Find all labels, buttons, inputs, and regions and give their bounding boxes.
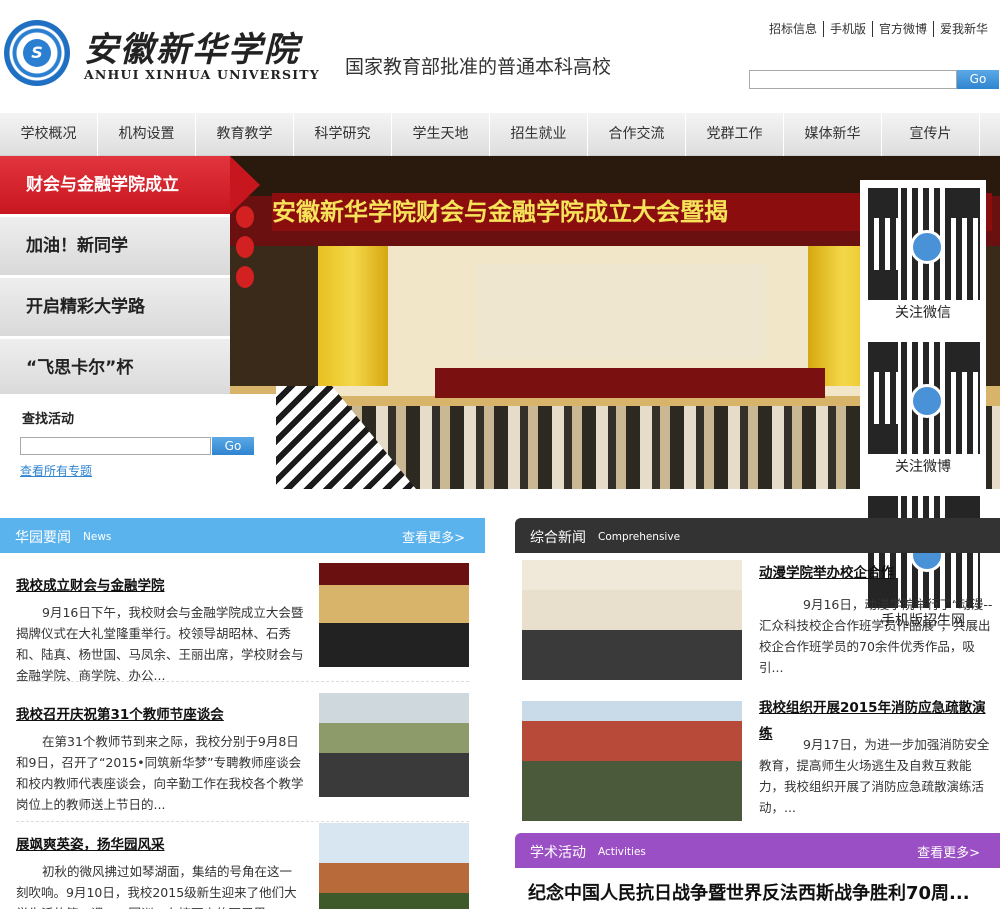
news-thumbnail[interactable]: [522, 701, 742, 821]
lantern-icon: [236, 236, 254, 258]
nav-item-students[interactable]: 学生天地: [392, 113, 490, 156]
stage-screen: [476, 264, 766, 359]
comprehensive-news-title-en: Comprehensive: [598, 531, 681, 543]
comprehensive-news-title: 综合新闻: [530, 530, 586, 546]
top-link-weibo[interactable]: 官方微博: [871, 21, 933, 37]
news-thumbnail[interactable]: [522, 560, 742, 680]
logo-english-name[interactable]: ANHUI XINHUA UNIVERSITY: [84, 67, 320, 82]
comprehensive-news-header: 综合新闻 Comprehensive: [515, 518, 1000, 553]
campus-news-title: 华园要闻: [15, 530, 71, 546]
campus-news-title-en: News: [83, 531, 112, 543]
news-summary: 在第31个教师节到来之际，我校分别于9月8日和9日，召开了“2015•同筑新华梦…: [16, 734, 304, 812]
view-all-topics-link[interactable]: 查看所有专题: [20, 462, 92, 479]
slogan: 国家教育部批准的普通本科高校: [345, 56, 612, 78]
qr-wechat[interactable]: 关注微信: [860, 180, 986, 334]
slide-tab-new-students[interactable]: 加油！新同学: [0, 217, 230, 275]
activities-header: 学术活动 Activities 查看更多>: [515, 833, 1000, 868]
qr-weibo[interactable]: 关注微博: [860, 334, 986, 488]
activity-headline[interactable]: 纪念中国人民抗日战争暨世界反法西斯战争胜利70周...: [528, 879, 970, 905]
nav-item-cooperation[interactable]: 合作交流: [588, 113, 686, 156]
logo-chinese-name[interactable]: 安徽新华学院: [84, 22, 300, 71]
stage-table: [435, 368, 825, 398]
news-title[interactable]: 动漫学院举办校企合作: [759, 560, 995, 586]
qr-label-weibo: 关注微博: [895, 459, 951, 475]
slide-tabs: 财会与金融学院成立 加油！新同学 开启精彩大学路 “飞思卡尔”杯: [0, 156, 260, 400]
news-thumbnail[interactable]: [319, 693, 469, 797]
nav-item-education[interactable]: 教育教学: [196, 113, 294, 156]
university-logo-icon[interactable]: S: [4, 20, 70, 86]
slide-tab-finance-college[interactable]: 财会与金融学院成立: [0, 156, 260, 214]
top-link-tenders[interactable]: 招标信息: [763, 21, 823, 37]
find-activity-input[interactable]: [20, 437, 211, 455]
comprehensive-news-section: 综合新闻 Comprehensive 动漫学院举办校企合作 9月16日，动漫学院…: [515, 518, 1000, 828]
nav-item-admissions[interactable]: 招生就业: [490, 113, 588, 156]
activities-title-en: Activities: [598, 846, 646, 858]
news-title[interactable]: 展飒爽英姿，扬华园风采: [16, 833, 165, 853]
activities-title: 学术活动: [530, 845, 586, 861]
divider: [16, 681, 469, 682]
nav-item-party[interactable]: 党群工作: [686, 113, 784, 156]
news-summary: 9月16日，动漫学院举行了“动漫--汇众科技校企合作班学员作品展”，共展出校企合…: [759, 597, 993, 675]
banner: 安徽新华学院财会与金融学院成立大会暨揭 财会与金融学院成立 加油！新同学 开启精…: [0, 156, 1000, 489]
find-activity-button[interactable]: Go: [212, 437, 254, 455]
news-summary: 9月17日，为进一步加强消防安全教育，提高师生火场逃生及自救互救能力，我校组织开…: [759, 737, 990, 815]
search-input[interactable]: [749, 70, 957, 89]
news-title[interactable]: 我校成立财会与金融学院: [16, 574, 165, 594]
main-nav: 学校概况 机构设置 教育教学 科学研究 学生天地 招生就业 合作交流 党群工作 …: [0, 113, 1000, 156]
news-summary: 初秋的微风拂过如琴湖面，集结的号角在这一刻吹响。9月10日，我校2015级新生迎…: [16, 864, 297, 909]
nav-item-promo-video[interactable]: 宣传片: [882, 113, 980, 156]
campus-news-more-link[interactable]: 查看更多>: [402, 527, 465, 546]
nav-item-organization[interactable]: 机构设置: [98, 113, 196, 156]
divider: [16, 821, 469, 822]
campus-news-section: 华园要闻 News 查看更多> 我校成立财会与金融学院 9月16日下午，我校财会…: [0, 518, 485, 909]
slide-tab-university-road[interactable]: 开启精彩大学路: [0, 278, 230, 336]
top-links: 招标信息 手机版 官方微博 爱我新华: [763, 21, 994, 37]
header: S 安徽新华学院 ANHUI XINHUA UNIVERSITY 国家教育部批准…: [0, 0, 1000, 113]
find-activity-panel: 查找活动 Go 查看所有专题: [0, 394, 276, 489]
news-thumbnail[interactable]: [319, 563, 469, 667]
lantern-icon: [236, 266, 254, 288]
qr-code-icon: [868, 342, 980, 454]
nav-item-overview[interactable]: 学校概况: [0, 113, 98, 156]
find-activity-title: 查找活动: [22, 412, 75, 427]
top-link-mobile[interactable]: 手机版: [822, 21, 872, 37]
news-summary: 9月16日下午，我校财会与金融学院成立大会暨揭牌仪式在大礼堂隆重举行。校领导胡昭…: [16, 605, 304, 683]
news-thumbnail[interactable]: [319, 823, 469, 909]
qr-label-wechat: 关注微信: [895, 305, 951, 321]
news-title[interactable]: 我校召开庆祝第31个教师节座谈会: [16, 703, 224, 723]
nav-item-media[interactable]: 媒体新华: [784, 113, 882, 156]
search-button[interactable]: Go: [957, 70, 999, 89]
nav-item-research[interactable]: 科学研究: [294, 113, 392, 156]
curtain-left: [318, 246, 388, 386]
qr-code-icon: [868, 188, 980, 300]
activities-more-link[interactable]: 查看更多>: [917, 842, 980, 861]
top-link-love-xinhua[interactable]: 爱我新华: [932, 21, 994, 37]
slide-tab-freescale-cup[interactable]: “飞思卡尔”杯: [0, 339, 230, 397]
campus-news-header: 华园要闻 News 查看更多>: [0, 518, 485, 553]
